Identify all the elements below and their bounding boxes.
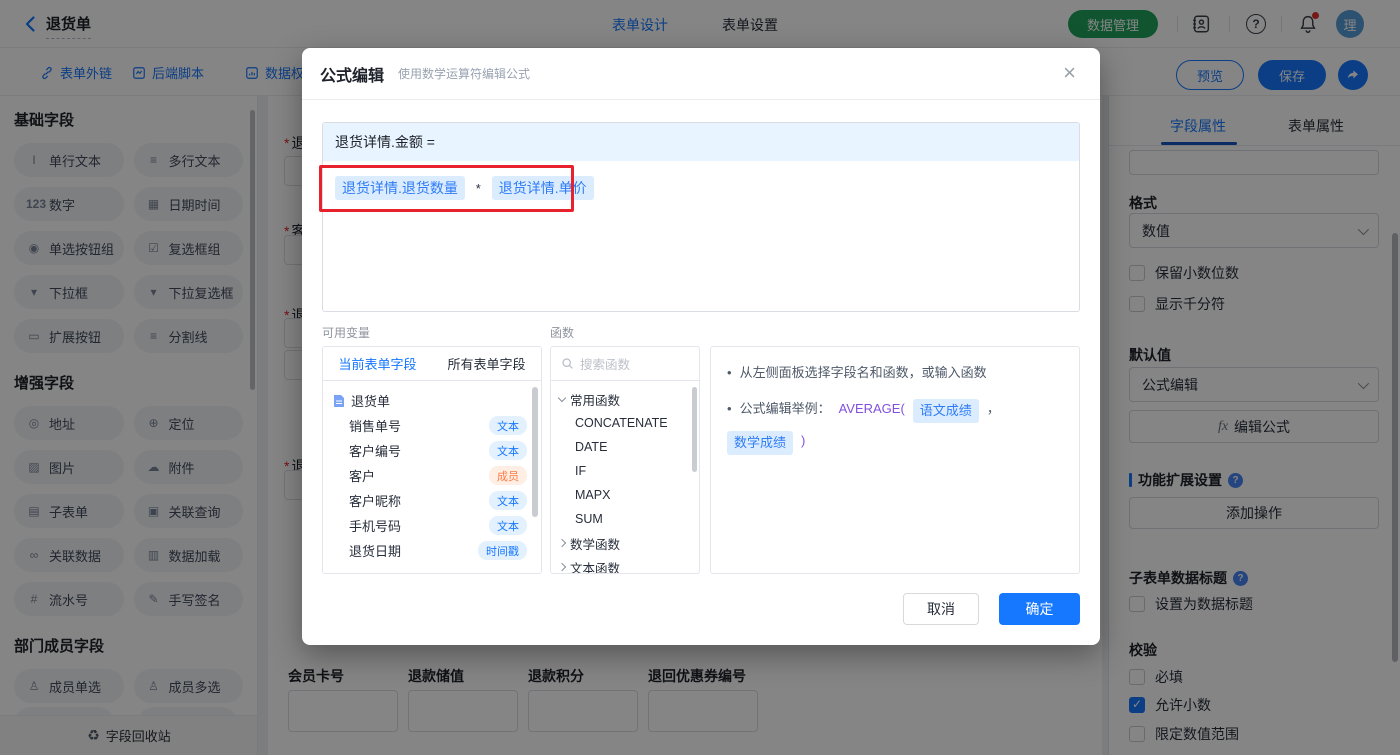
variables-label: 可用变量: [322, 326, 371, 340]
formula-target: 退货详情.金额 =: [323, 123, 1079, 161]
function-item[interactable]: CONCATENATE: [551, 411, 699, 435]
formula-field-token[interactable]: 退货详情.退货数量: [335, 176, 465, 200]
variables-scrollbar[interactable]: [532, 387, 538, 517]
function-item[interactable]: SUM: [551, 507, 699, 531]
type-badge: 文本: [489, 491, 527, 510]
caret-down-icon: [557, 393, 567, 402]
example-field-chip: 数学成绩: [727, 431, 794, 455]
variable-row[interactable]: 销售单号 文本: [323, 413, 541, 438]
formula-editor-box[interactable]: 退货详情.金额 = 退货详情.退货数量 * 退货详情.单价: [322, 122, 1080, 312]
tab-current-form-fields[interactable]: 当前表单字段: [338, 354, 416, 373]
close-icon[interactable]: ×: [1063, 60, 1076, 86]
formula-editor-modal: 公式编辑 使用数学运算符编辑公式 × 退货详情.金额 = 退货详情.退货数量 *…: [302, 48, 1100, 645]
example-field-chip: 语文成绩: [912, 399, 979, 423]
type-badge: 文本: [489, 416, 527, 435]
formula-expression[interactable]: 退货详情.退货数量 * 退货详情.单价: [323, 161, 1079, 215]
variables-tabs: 当前表单字段 所有表单字段: [323, 347, 541, 381]
search-icon: [562, 358, 573, 369]
caret-right-icon: [557, 538, 567, 548]
formula-field-token[interactable]: 退货详情.单价: [491, 176, 594, 200]
variable-row[interactable]: 手机号码 文本: [323, 513, 541, 538]
help-line-2: • 公式编辑举例： AVERAGE( 语文成绩 ， 数学成绩 ): [727, 399, 1063, 455]
type-badge: 成员: [489, 466, 527, 485]
help-line-1: • 从左侧面板选择字段名和函数，或输入函数: [727, 365, 987, 380]
modal-header: 公式编辑 使用数学运算符编辑公式: [302, 48, 1100, 100]
function-item[interactable]: MAPX: [551, 483, 699, 507]
function-group-math[interactable]: 数学函数: [551, 531, 699, 555]
type-badge: 时间戳: [478, 541, 527, 560]
function-group-text[interactable]: 文本函数: [551, 555, 699, 573]
variable-row[interactable]: 客户昵称 文本: [323, 488, 541, 513]
caret-right-icon: [557, 562, 567, 572]
type-badge: 文本: [489, 441, 527, 460]
function-group-common[interactable]: 常用函数: [551, 387, 699, 411]
variables-tree: 退货单 销售单号 文本 客户编号 文本 客户 成员 客户昵称 文本 手机号码 文本 退货日…: [323, 381, 541, 563]
variable-row[interactable]: 客户 成员: [323, 463, 541, 488]
functions-panel: 搜索函数 常用函数 CONCATENATE DATE IF MAPX SUM 数…: [550, 346, 700, 574]
variables-root-node[interactable]: 退货单: [323, 388, 541, 413]
type-badge: 文本: [489, 516, 527, 535]
modal-subtitle: 使用数学运算符编辑公式: [398, 67, 531, 81]
confirm-button[interactable]: 确定: [999, 593, 1080, 625]
modal-title: 公式编辑: [320, 67, 385, 85]
variable-row[interactable]: 退货日期 时间戳: [323, 538, 541, 563]
formula-operator: *: [475, 181, 481, 196]
functions-scrollbar[interactable]: [692, 387, 697, 472]
function-search-input[interactable]: 搜索函数: [551, 347, 699, 381]
variable-row[interactable]: 客户编号 文本: [323, 438, 541, 463]
form-doc-icon: [334, 394, 344, 407]
tab-all-form-fields[interactable]: 所有表单字段: [447, 354, 525, 373]
functions-label: 函数: [550, 326, 575, 340]
function-name-example: AVERAGE(: [838, 401, 905, 416]
cancel-button[interactable]: 取消: [903, 593, 979, 625]
function-item[interactable]: IF: [551, 459, 699, 483]
variables-panel: 当前表单字段 所有表单字段 退货单 销售单号 文本 客户编号 文本 客户 成员 客户昵…: [322, 346, 542, 574]
app-window: 退货单 表单设计 表单设置 数据管理 ? 理 表单外链 后端脚本 数据权限 预览…: [0, 0, 1400, 755]
function-item[interactable]: DATE: [551, 435, 699, 459]
formula-help-panel: • 从左侧面板选择字段名和函数，或输入函数 • 公式编辑举例： AVERAGE(…: [710, 346, 1080, 574]
